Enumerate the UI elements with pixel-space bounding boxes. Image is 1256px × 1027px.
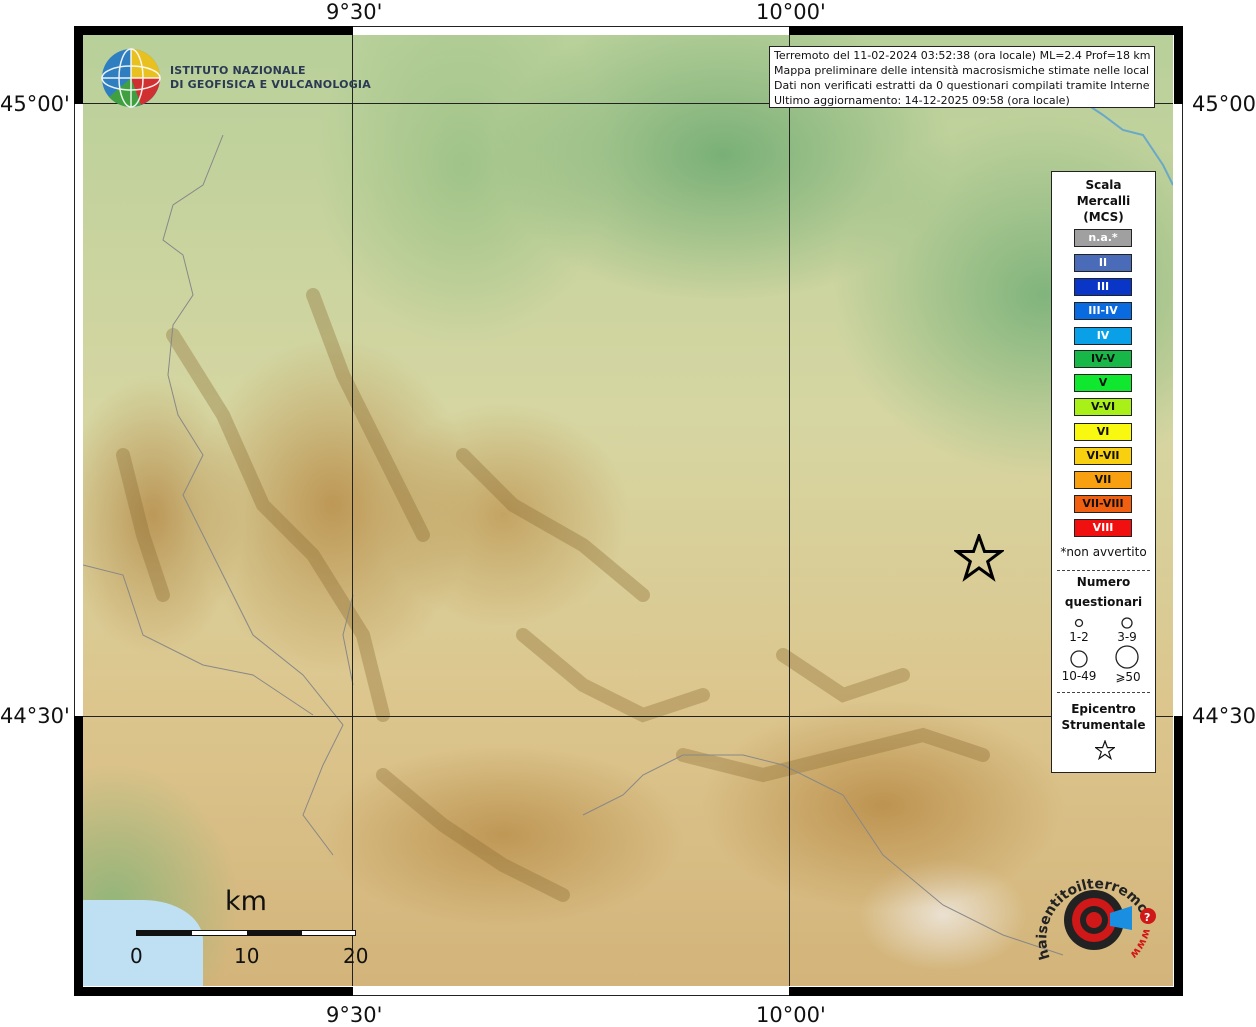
count-label: ⩾50 xyxy=(1115,670,1141,684)
scale-tick-label: 10 xyxy=(234,944,260,968)
frame-segment xyxy=(74,987,353,996)
frame-segment xyxy=(789,26,1183,35)
epicenter-star-icon xyxy=(1095,740,1115,760)
scale-bar-bar xyxy=(136,930,356,936)
lat-label-right: 45°00' xyxy=(1192,92,1256,116)
intensity-swatch: VII xyxy=(1074,471,1132,489)
count-label: 10-49 xyxy=(1061,669,1097,683)
epicenter-title: Strumentale xyxy=(1061,718,1146,732)
lat-label-right: 44°30' xyxy=(1192,704,1256,728)
lat-label-left: 44°30' xyxy=(0,704,70,728)
intensity-swatch: II xyxy=(1074,254,1132,272)
count-circle-xlarge-icon xyxy=(1115,645,1139,669)
intensity-swatch: III-IV xyxy=(1074,302,1132,320)
scale-bar: km 0 10 20 xyxy=(130,886,370,980)
legend-separator xyxy=(1057,692,1150,693)
intensity-swatch: VI xyxy=(1074,423,1132,441)
lon-label-bottom: 9°30' xyxy=(326,1003,383,1027)
hsi-target-icon: haisentitoilterremoto.it www ? xyxy=(1027,846,1156,962)
frame-segment xyxy=(74,26,83,104)
frame-segment xyxy=(74,716,83,996)
logo-text: ISTITUTO NAZIONALE xyxy=(170,64,306,77)
count-circle-small-icon xyxy=(1074,618,1084,628)
count-circle-large-icon xyxy=(1070,650,1088,668)
scale-unit: km xyxy=(225,886,267,917)
count-title: Numero xyxy=(1076,575,1131,589)
intensity-swatch: V-VI xyxy=(1074,398,1132,416)
count-circle-medium-icon xyxy=(1121,617,1133,629)
lon-label-top: 9°30' xyxy=(326,0,383,24)
scale-tick-label: 20 xyxy=(343,944,369,968)
lat-label-left: 45°00' xyxy=(0,92,70,116)
event-info-box: Terremoto del 11-02-2024 03:52:38 (ora l… xyxy=(769,46,1155,108)
svg-text:?: ? xyxy=(1144,911,1150,924)
count-label: 1-2 xyxy=(1069,630,1089,644)
parallel-line xyxy=(83,716,1173,717)
count-label: 3-9 xyxy=(1117,630,1137,644)
count-title: questionari xyxy=(1064,595,1143,609)
intensity-swatch: n.a.* xyxy=(1074,229,1132,247)
intensity-swatch: III xyxy=(1074,278,1132,296)
event-info-line: Ultimo aggiornamento: 14-12-2025 09:58 (… xyxy=(774,94,1070,107)
legend-title: Mercalli xyxy=(1076,194,1131,208)
event-info-line: Dati non verificati estratti da 0 questi… xyxy=(774,79,1150,92)
event-info-line: Terremoto del 11-02-2024 03:52:38 (ora l… xyxy=(774,49,1150,62)
ingv-logo: ISTITUTO NAZIONALE DI GEOFISICA E VULCAN… xyxy=(101,47,371,109)
legend-title: (MCS) xyxy=(1083,210,1124,224)
legend-separator xyxy=(1057,570,1150,571)
hsi-logo-url: www xyxy=(1127,927,1153,961)
frame-segment xyxy=(74,26,353,35)
lon-label-bottom: 10°00' xyxy=(756,1003,826,1027)
intensity-swatch: VIII xyxy=(1074,519,1132,537)
intensity-swatch: VII-VIII xyxy=(1074,495,1132,513)
globe-icon xyxy=(101,48,161,108)
frame-segment xyxy=(1174,26,1183,104)
meridian-line xyxy=(352,35,353,986)
meridian-line xyxy=(789,35,790,986)
epicenter-title: Epicentro xyxy=(1071,702,1136,716)
scale-tick-label: 0 xyxy=(130,944,143,968)
intensity-swatch: IV xyxy=(1074,327,1132,345)
hsi-logo[interactable]: haisentitoilterremoto.it www ? xyxy=(1027,846,1167,983)
map-frame xyxy=(74,26,1183,996)
intensity-swatch: VI-VII xyxy=(1074,447,1132,465)
intensity-swatch: V xyxy=(1074,374,1132,392)
event-info-line: Mappa preliminare delle intensità macros… xyxy=(774,64,1150,77)
svg-text:www: www xyxy=(1127,927,1153,961)
not-felt-note: *non avvertito xyxy=(1060,545,1147,559)
frame-segment xyxy=(789,987,1183,996)
legend-title: Scala xyxy=(1085,178,1122,192)
logo-text: DI GEOFISICA E VULCANOLOGIA xyxy=(170,78,371,91)
epicenter-star-icon[interactable] xyxy=(954,534,1004,582)
legend: Scala Mercalli (MCS) n.a.* II III III-IV IV I… xyxy=(1051,171,1156,773)
frame-segment xyxy=(1174,716,1183,996)
intensity-swatch: IV-V xyxy=(1074,350,1132,368)
lon-label-top: 10°00' xyxy=(756,0,826,24)
